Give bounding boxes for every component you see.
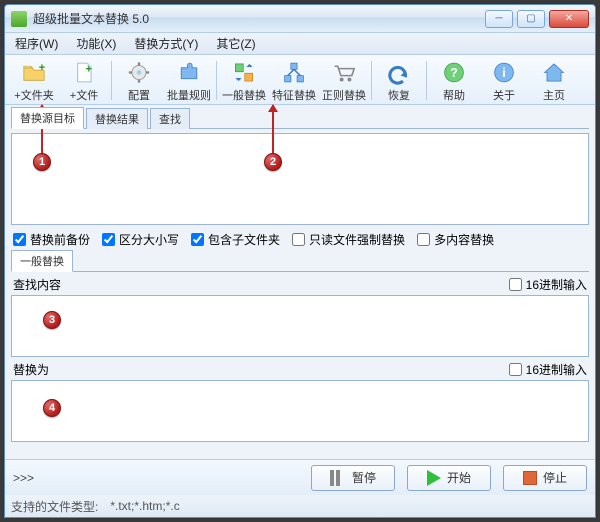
menu-function[interactable]: 功能(X) (72, 33, 120, 54)
maximize-button[interactable]: ▢ (517, 10, 545, 28)
cart-icon (331, 60, 357, 85)
tab-replace-targets[interactable]: 替换源目标 (11, 107, 84, 129)
pause-button[interactable]: 暂停 (311, 465, 395, 491)
general-replace-label: 一般替换 (222, 87, 266, 103)
tab-find[interactable]: 查找 (150, 108, 190, 129)
backup-checkbox[interactable]: 替换前备份 (13, 231, 90, 248)
multicontent-checkbox[interactable]: 多内容替换 (417, 231, 494, 248)
help-icon: ? (441, 60, 467, 85)
svg-text:?: ? (450, 66, 458, 80)
find-block: 查找内容 16进制输入 (11, 276, 589, 357)
section-tabstrip: 一般替换 (11, 252, 589, 272)
pause-icon (330, 470, 346, 486)
help-label: 帮助 (443, 87, 465, 103)
subfolder-checkbox[interactable]: 包含子文件夹 (191, 231, 280, 248)
find-head: 查找内容 16进制输入 (11, 276, 589, 295)
case-checkbox[interactable]: 区分大小写 (102, 231, 179, 248)
toolbar-separator (371, 61, 372, 100)
run-buttons-row: >>> 暂停 开始 停止 (5, 459, 595, 495)
replace-icon (231, 60, 257, 85)
stop-icon (523, 471, 537, 485)
feature-icon (281, 60, 307, 85)
settings-label: 配置 (128, 87, 150, 103)
home-button[interactable]: 主页 (529, 57, 579, 104)
add-file-label: +文件 (70, 87, 98, 103)
titlebar: 超级批量文本替换 5.0 ─ ▢ ✕ (5, 5, 595, 33)
undo-button[interactable]: 恢复 (374, 57, 424, 104)
replace-head: 替换为 16进制输入 (11, 361, 589, 380)
feature-replace-label: 特征替换 (272, 87, 316, 103)
top-tabstrip: 替换源目标 替换结果 查找 (11, 109, 589, 129)
gear-icon (126, 60, 152, 85)
add-file-button[interactable]: + +文件 (59, 57, 109, 104)
undo-icon (386, 60, 412, 85)
replace-hex-checkbox[interactable]: 16进制输入 (509, 361, 587, 378)
file-plus-icon: + (71, 60, 97, 85)
find-hex-checkbox[interactable]: 16进制输入 (509, 276, 587, 293)
home-icon (541, 60, 567, 85)
regex-replace-label: 正则替换 (322, 87, 366, 103)
undo-label: 恢复 (388, 87, 410, 103)
find-input[interactable] (11, 295, 589, 357)
client-area: 替换源目标 替换结果 查找 替换前备份 区分大小写 包含子文件夹 只读文件强制替… (5, 105, 595, 459)
add-folder-button[interactable]: + +文件夹 (9, 57, 59, 104)
app-icon (11, 11, 27, 27)
statusbar: 支持的文件类型: *.txt;*.htm;*.c (5, 495, 595, 517)
replace-input[interactable] (11, 380, 589, 442)
minimize-button[interactable]: ─ (485, 10, 513, 28)
menu-replace-mode[interactable]: 替换方式(Y) (130, 33, 202, 54)
feature-replace-button[interactable]: 特征替换 (269, 57, 319, 104)
start-button[interactable]: 开始 (407, 465, 491, 491)
stop-button[interactable]: 停止 (503, 465, 587, 491)
status-supported-value: *.txt;*.htm;*.c (110, 499, 179, 513)
batch-rules-button[interactable]: 批量规则 (164, 57, 214, 104)
options-row: 替换前备份 区分大小写 包含子文件夹 只读文件强制替换 多内容替换 (11, 229, 589, 248)
info-icon: i (491, 60, 517, 85)
menu-program[interactable]: 程序(W) (11, 33, 62, 54)
folder-plus-icon: + (21, 60, 47, 85)
about-label: 关于 (493, 87, 515, 103)
toolbar: + +文件夹 + +文件 配置 批量规则 一般替换 特征替换 正则替换 (5, 55, 595, 105)
window-title: 超级批量文本替换 5.0 (33, 10, 485, 27)
play-icon (427, 470, 441, 486)
replace-block: 替换为 16进制输入 (11, 361, 589, 442)
settings-button[interactable]: 配置 (114, 57, 164, 104)
svg-text:i: i (502, 66, 505, 80)
menubar: 程序(W) 功能(X) 替换方式(Y) 其它(Z) (5, 33, 595, 55)
readonly-checkbox[interactable]: 只读文件强制替换 (292, 231, 405, 248)
about-button[interactable]: i 关于 (479, 57, 529, 104)
add-folder-label: +文件夹 (14, 87, 53, 103)
status-supported-label: 支持的文件类型: (11, 498, 98, 515)
help-button[interactable]: ? 帮助 (429, 57, 479, 104)
home-label: 主页 (543, 87, 565, 103)
app-window: 超级批量文本替换 5.0 ─ ▢ ✕ 程序(W) 功能(X) 替换方式(Y) 其… (4, 4, 596, 518)
toolbar-separator (111, 61, 112, 100)
svg-text:+: + (86, 64, 92, 76)
replace-label: 替换为 (13, 361, 49, 378)
batch-rules-label: 批量规则 (167, 87, 211, 103)
toolbar-separator (216, 61, 217, 100)
window-controls: ─ ▢ ✕ (485, 10, 589, 28)
menu-other[interactable]: 其它(Z) (212, 33, 259, 54)
general-replace-button[interactable]: 一般替换 (219, 57, 269, 104)
toolbar-separator (426, 61, 427, 100)
section-tab-general[interactable]: 一般替换 (11, 250, 73, 272)
svg-text:+: + (39, 62, 45, 74)
regex-replace-button[interactable]: 正则替换 (319, 57, 369, 104)
tab-replace-results[interactable]: 替换结果 (86, 108, 148, 129)
find-label: 查找内容 (13, 276, 61, 293)
close-button[interactable]: ✕ (549, 10, 589, 28)
target-list-box[interactable] (11, 133, 589, 225)
puzzle-icon (176, 60, 202, 85)
status-prefix: >>> (13, 471, 299, 485)
